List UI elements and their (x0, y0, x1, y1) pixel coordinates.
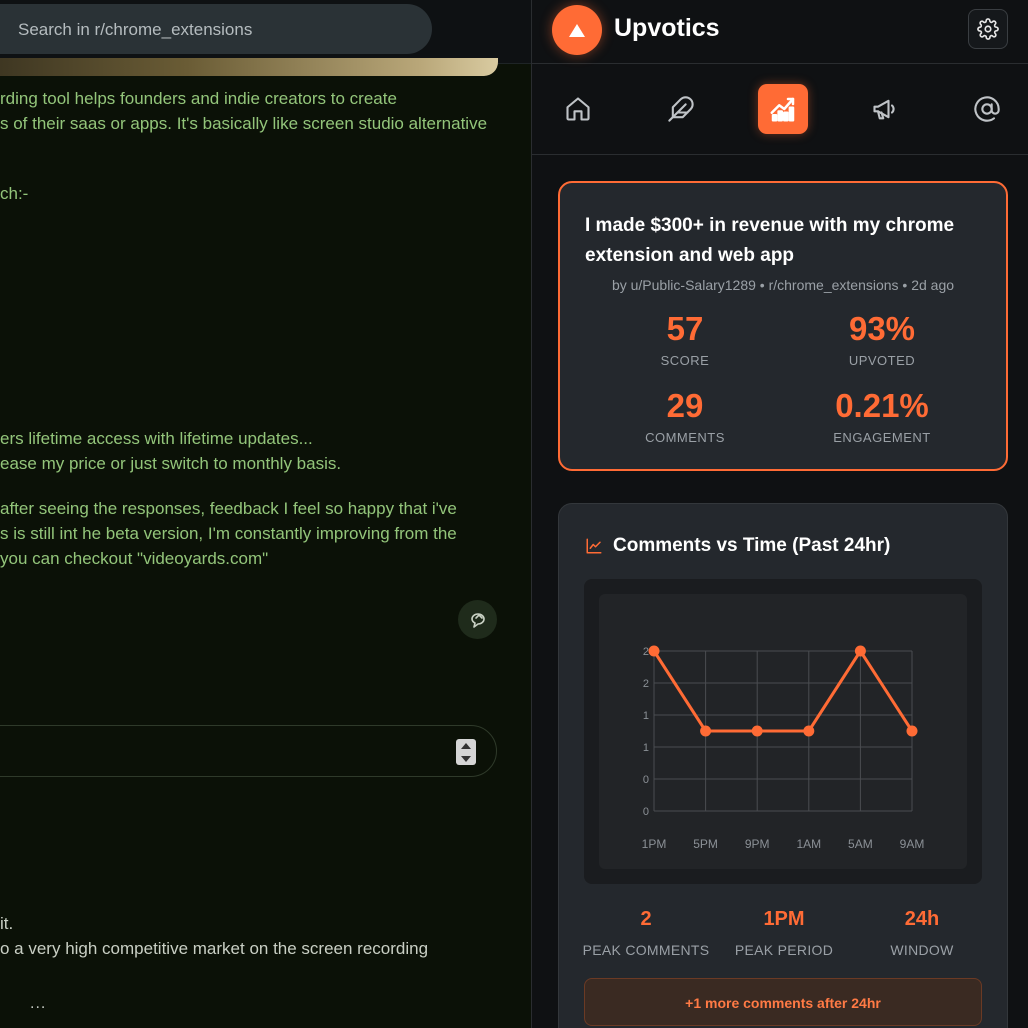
stat-value: 0.21% (835, 387, 929, 424)
app-title: Upvotics (614, 14, 720, 42)
settings-button[interactable] (968, 9, 1008, 49)
stat-value: 57 (666, 310, 704, 347)
chevron-down-icon[interactable] (461, 755, 471, 762)
post-title: I made $300+ in revenue with my chrome e… (585, 215, 955, 266)
y-tick-label: 1 (643, 742, 649, 754)
data-point (700, 725, 712, 737)
panel-nav (532, 65, 1028, 155)
x-tick-label: 5PM (693, 837, 718, 851)
gear-icon (977, 18, 999, 40)
data-point (751, 725, 763, 737)
post-body-line: after seeing the responses, feedback I f… (0, 499, 457, 518)
post-body-line: rding tool helps founders and indie crea… (0, 89, 397, 108)
upvotics-logo (552, 5, 602, 55)
search-input[interactable]: Search in r/chrome_extensions (0, 4, 432, 54)
line-chart-icon (586, 538, 602, 554)
chart-area: 0 0 1 1 2 2 1PM 5PM 9PM 1AM 5AM 9AM (599, 594, 967, 869)
comments-line-chart: 0 0 1 1 2 2 1PM 5PM 9PM 1AM 5AM 9AM (642, 645, 925, 851)
peak-window: 24h WINDOW (852, 908, 992, 958)
home-icon (566, 97, 590, 121)
stat-upvoted: 93% UPVOTED (782, 310, 982, 368)
stat-label: COMMENTS (645, 430, 725, 445)
post-body-line: s is still int he beta version, I'm cons… (0, 524, 457, 543)
panel-header: Upvotics (532, 0, 1028, 64)
data-point (906, 725, 918, 737)
search-placeholder: Search in r/chrome_extensions (18, 20, 253, 39)
nav-analytics[interactable] (758, 84, 808, 134)
y-tick-label: 2 (643, 646, 649, 658)
reddit-top-bar: Search in r/chrome_extensions (0, 0, 531, 64)
chart-title: Comments vs Time (Past 24hr) (613, 535, 891, 556)
comments-chart-card: Comments vs Time (Past 24hr) 0 0 1 1 2 2 1PM 5P… (558, 503, 1008, 1028)
data-point (648, 645, 660, 657)
peak-value: 1PM (763, 908, 805, 930)
peak-label: PEAK PERIOD (734, 942, 834, 958)
comment-line: o a very high competitive market on the … (0, 939, 429, 958)
post-summary-card: I made $300+ in revenue with my chrome e… (558, 181, 1008, 471)
data-point (803, 725, 815, 737)
analytics-icon (770, 97, 795, 122)
peak-comments: 2 PEAK COMMENTS (576, 908, 716, 958)
chevron-up-icon[interactable] (461, 742, 471, 749)
chart-container: 0 0 1 1 2 2 1PM 5PM 9PM 1AM 5AM 9AM (584, 579, 982, 884)
stat-score: 57 SCORE (585, 310, 785, 368)
upvote-arrow-icon (569, 23, 585, 37)
peak-label: WINDOW (890, 942, 954, 958)
upvotics-panel: Upvotics I made $300+ in revenue with my… (531, 0, 1028, 1028)
stat-label: SCORE (660, 353, 710, 368)
more-options-button[interactable]: ... (30, 995, 46, 1013)
at-mention-icon (974, 96, 1000, 122)
share-icon (470, 612, 485, 628)
x-tick-label: 1PM (642, 837, 667, 851)
nav-home[interactable] (553, 84, 603, 134)
peak-value: 24h (904, 908, 940, 930)
stat-engagement: 0.21% ENGAGEMENT (782, 387, 982, 445)
y-tick-label: 2 (643, 678, 649, 690)
comment-line: it. (0, 914, 14, 933)
post-body-line: s of their saas or apps. It's basically … (0, 114, 488, 133)
nav-mentions[interactable] (962, 84, 1012, 134)
more-comments-button[interactable]: +1 more comments after 24hr (584, 978, 982, 1026)
y-tick-label: 0 (643, 806, 649, 818)
post-body-line: ch:- (0, 184, 29, 203)
share-button[interactable] (458, 600, 497, 639)
post-meta: by u/Public-Salary1289 • r/chrome_extens… (611, 277, 955, 293)
post-banner (0, 58, 498, 76)
peak-period: 1PM PEAK PERIOD (714, 908, 854, 958)
data-point (854, 645, 866, 657)
x-tick-label: 5AM (848, 837, 873, 851)
peak-label: PEAK COMMENTS (582, 942, 710, 958)
reddit-page: Search in r/chrome_extensions rding tool… (0, 0, 531, 1028)
y-tick-label: 0 (643, 774, 649, 786)
peak-value: 2 (640, 908, 652, 930)
x-tick-label: 9PM (745, 837, 770, 851)
y-tick-label: 1 (643, 710, 649, 722)
series-line (652, 649, 914, 733)
post-body-line: you can checkout "videoyards.com" (0, 549, 269, 568)
nav-promote[interactable] (860, 84, 910, 134)
stat-label: ENGAGEMENT (833, 430, 931, 445)
megaphone-icon (873, 99, 895, 120)
x-tick-label: 9AM (900, 837, 925, 851)
comment-input[interactable] (0, 725, 497, 777)
scroll-stepper[interactable] (456, 739, 476, 765)
post-body-line: ers lifetime access with lifetime update… (0, 429, 313, 448)
post-body-line: ease my price or just switch to monthly … (0, 454, 342, 473)
feather-icon (668, 96, 694, 122)
stat-value: 29 (666, 387, 704, 424)
stat-comments: 29 COMMENTS (585, 387, 785, 445)
stat-value: 93% (848, 310, 916, 347)
stat-label: UPVOTED (848, 353, 916, 368)
nav-compose[interactable] (656, 84, 706, 134)
x-tick-label: 1AM (796, 837, 821, 851)
chart-header: Comments vs Time (Past 24hr) (585, 535, 890, 557)
